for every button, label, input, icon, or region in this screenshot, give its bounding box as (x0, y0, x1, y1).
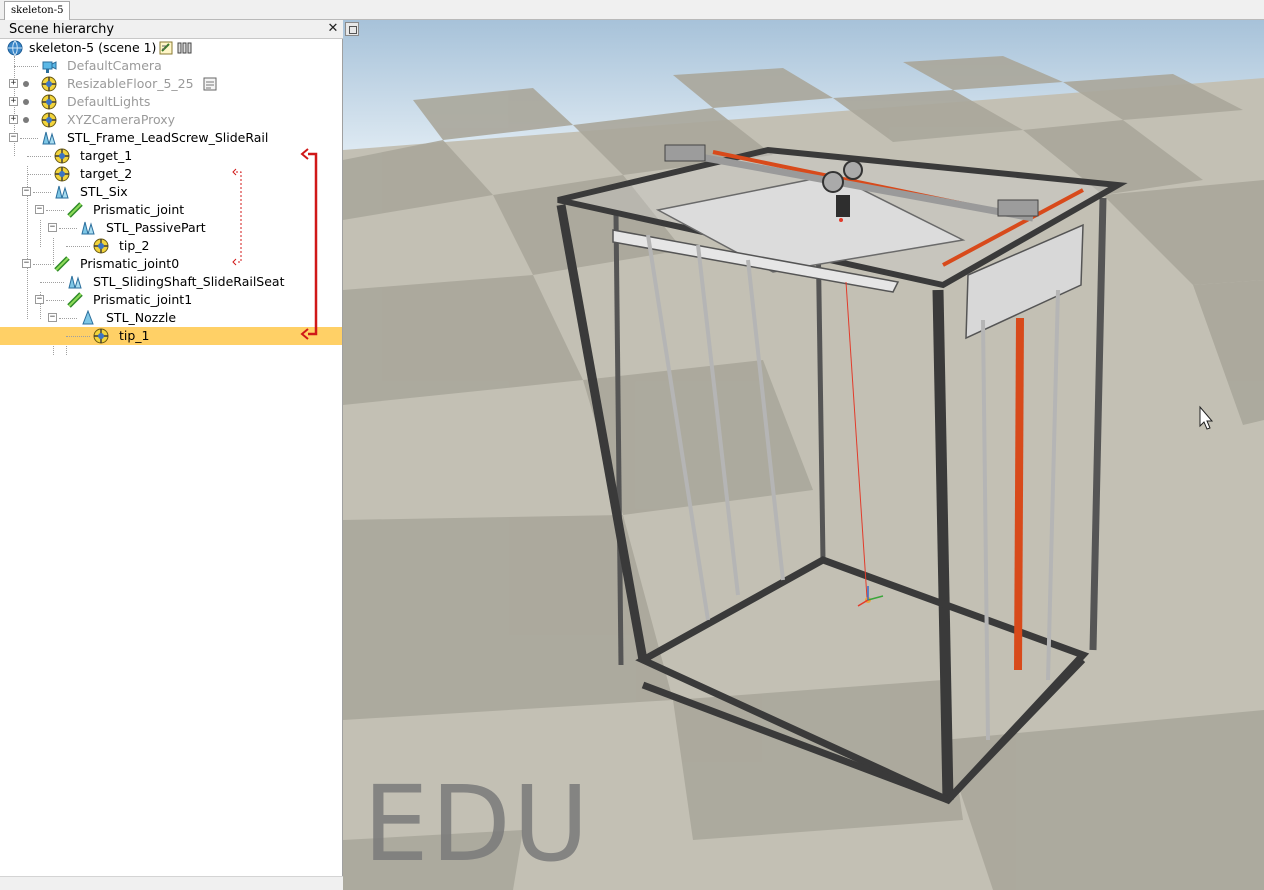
collapse-icon[interactable]: − (22, 187, 31, 196)
tree-connector (66, 346, 67, 355)
tree-item-label: Prismatic_joint (93, 202, 185, 217)
collapse-icon[interactable]: − (9, 133, 18, 142)
dummy-icon (54, 166, 70, 182)
tree-item-label: skeleton-5 (scene 1) (29, 40, 157, 55)
tree-connector (59, 318, 77, 319)
visibility-dot-icon (23, 117, 29, 123)
shape-icon (55, 185, 69, 199)
shape-icon (68, 275, 82, 289)
scene-hierarchy-header: Scene hierarchy ✕ (0, 20, 343, 39)
shape-icon (42, 131, 56, 145)
tree-item-resizable-floor[interactable]: + ResizableFloor_5_25 (0, 75, 342, 93)
dummy-icon (54, 148, 70, 164)
tree-item-label: STL_Nozzle (106, 310, 177, 325)
3d-viewport[interactable]: EDU (343, 20, 1264, 890)
tree-connector (27, 156, 51, 157)
tree-connector (33, 192, 51, 193)
tree-connector (27, 174, 51, 175)
tree-connector (20, 138, 38, 139)
script-icon[interactable] (202, 76, 218, 92)
tree-item-default-lights[interactable]: + DefaultLights (0, 93, 342, 111)
prismatic-joint-icon (67, 292, 83, 308)
dummy-link-arrows (232, 148, 318, 340)
prismatic-joint-icon (67, 202, 83, 218)
collapse-icon[interactable]: − (35, 295, 44, 304)
close-icon[interactable]: ✕ (326, 22, 340, 36)
shape-icon (82, 310, 94, 325)
dummy-icon (41, 76, 57, 92)
globe-icon (7, 40, 23, 56)
tree-item-label: Prismatic_joint0 (80, 256, 180, 271)
scene-hierarchy-panel: Scene hierarchy ✕ skeleton-5 (scene 1) D… (0, 20, 343, 890)
dummy-icon (41, 112, 57, 128)
tree-item-label: target_1 (80, 148, 133, 163)
tree-item-label: STL_Frame_LeadScrew_SlideRail (67, 130, 269, 145)
visibility-dot-icon (23, 99, 29, 105)
script-icon[interactable] (158, 40, 174, 56)
dummy-icon (93, 328, 109, 344)
tree-item-label: XYZCameraProxy (67, 112, 176, 127)
tree-item-default-camera[interactable]: DefaultCamera (0, 57, 342, 75)
collapse-icon[interactable]: − (35, 205, 44, 214)
tree-connector (14, 66, 38, 67)
tree-connector (66, 246, 90, 247)
collapse-icon[interactable]: − (22, 259, 31, 268)
shape-icon (81, 221, 95, 235)
panel-title: Scene hierarchy (9, 22, 115, 37)
tree-item-label: STL_PassivePart (106, 220, 206, 235)
tree-connector (46, 300, 64, 301)
tree-item-xyz-camera-proxy[interactable]: + XYZCameraProxy (0, 111, 342, 129)
dummy-icon (41, 94, 57, 110)
app-window: skeleton-5 Scene hierarchy ✕ skeleton-5 … (0, 0, 1264, 890)
tree-connector (40, 282, 64, 283)
scene-tree: skeleton-5 (scene 1) DefaultCamera + Res… (0, 39, 343, 739)
document-tab-strip: skeleton-5 (0, 0, 1264, 20)
tree-connector (33, 264, 51, 265)
expand-icon[interactable]: + (9, 79, 18, 88)
tree-item-label: ResizableFloor_5_25 (67, 76, 194, 91)
tree-item-label: Prismatic_joint1 (93, 292, 193, 307)
tree-item-label: target_2 (80, 166, 133, 181)
tree-item-scene-root[interactable]: skeleton-5 (scene 1) (0, 39, 342, 57)
edu-watermark: EDU (363, 763, 591, 885)
scene-render (343, 20, 1264, 890)
tree-item-label: tip_1 (119, 328, 150, 343)
panel-scrollbar-area[interactable] (0, 876, 343, 890)
viewport-toggle-button[interactable] (345, 22, 359, 36)
tree-item-label: STL_Six (80, 184, 128, 199)
dummy-icon (93, 238, 109, 254)
camera-icon (42, 61, 57, 73)
prismatic-joint-icon (54, 256, 70, 272)
expand-icon[interactable]: + (9, 97, 18, 106)
tree-item-label: tip_2 (119, 238, 150, 253)
collapse-icon[interactable]: − (48, 223, 57, 232)
script-list-icon[interactable] (177, 40, 193, 56)
tree-item-stl-frame[interactable]: − STL_Frame_LeadScrew_SlideRail (0, 129, 342, 147)
collapse-icon[interactable]: − (48, 313, 57, 322)
tree-connector (46, 210, 64, 211)
expand-icon[interactable]: + (9, 115, 18, 124)
tree-item-label: DefaultLights (67, 94, 151, 109)
visibility-dot-icon (23, 81, 29, 87)
tree-item-label: DefaultCamera (67, 58, 162, 73)
tree-connector (66, 336, 90, 337)
tree-connector (59, 228, 77, 229)
document-tab[interactable]: skeleton-5 (4, 1, 71, 20)
